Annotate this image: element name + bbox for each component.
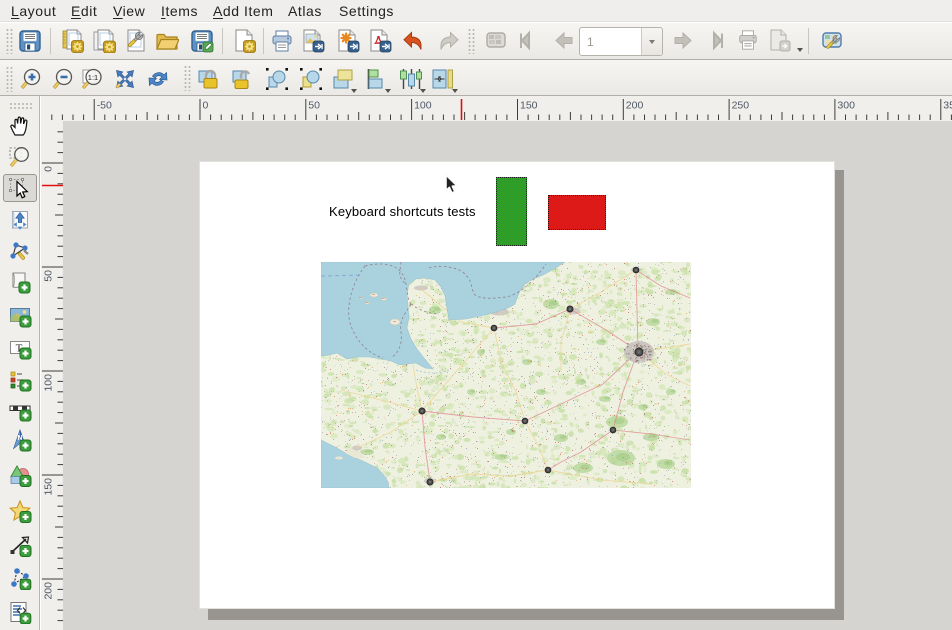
svg-text:100: 100	[414, 100, 432, 112]
svg-text:50: 50	[43, 270, 55, 282]
svg-text:100: 100	[43, 374, 55, 392]
svg-text:200: 200	[626, 100, 644, 112]
svg-text:150: 150	[43, 478, 55, 496]
svg-text:350: 350	[943, 100, 952, 112]
svg-text:300: 300	[837, 100, 855, 112]
svg-text:200: 200	[43, 582, 55, 600]
svg-text:-50: -50	[97, 100, 112, 112]
svg-text:1:1: 1:1	[88, 73, 98, 82]
svg-text:0: 0	[203, 100, 209, 112]
svg-text:0: 0	[43, 166, 55, 172]
svg-text:250: 250	[732, 100, 750, 112]
svg-text:150: 150	[520, 100, 538, 112]
svg-text:50: 50	[308, 100, 320, 112]
